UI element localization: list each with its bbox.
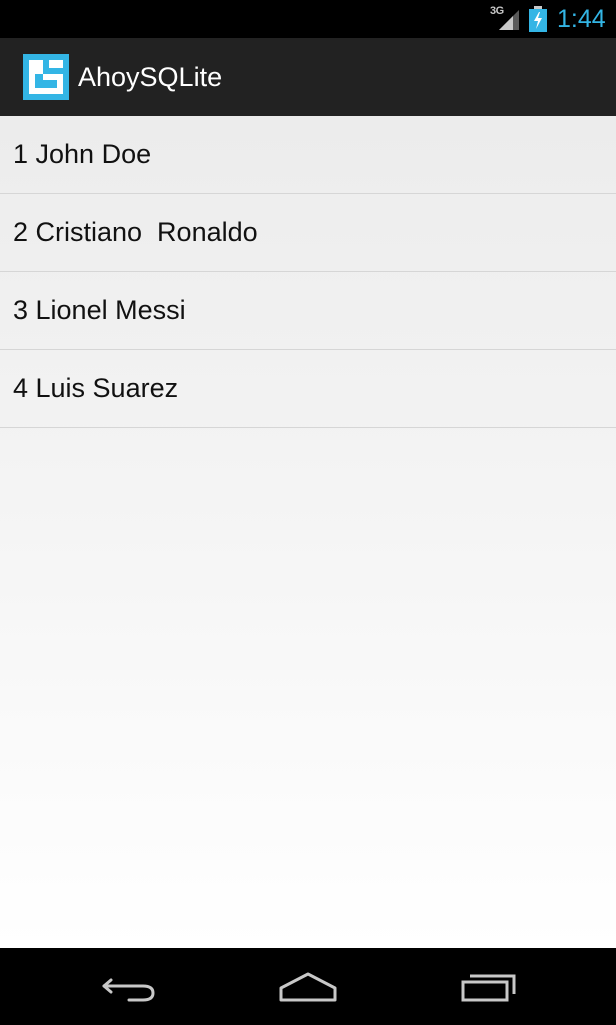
status-time: 1:44 (557, 5, 606, 33)
list-item-label: 4 Luis Suarez (13, 373, 179, 403)
list-item[interactable]: 4 Luis Suarez (0, 350, 616, 428)
back-icon[interactable] (97, 966, 161, 1006)
list-item[interactable]: 2 Cristiano Ronaldo (0, 194, 616, 272)
list-item-label: 1 John Doe (13, 139, 152, 169)
navigation-bar (0, 948, 616, 1025)
status-bar: 3G 1:44 (0, 0, 616, 38)
player-list: 1 John Doe 2 Cristiano Ronaldo 3 Lionel … (0, 116, 616, 948)
signal-icon (499, 10, 519, 30)
list-item[interactable]: 1 John Doe (0, 116, 616, 194)
home-icon[interactable] (276, 966, 340, 1006)
list-item[interactable]: 3 Lionel Messi (0, 272, 616, 350)
battery-charging-icon (529, 6, 547, 32)
list-item-label: 2 Cristiano Ronaldo (13, 217, 258, 247)
app-logo-icon[interactable] (23, 54, 69, 100)
list-item-label: 3 Lionel Messi (13, 295, 186, 325)
action-bar: AhoySQLite (0, 38, 616, 116)
recents-icon[interactable] (458, 966, 522, 1006)
app-title: AhoySQLite (78, 62, 223, 92)
